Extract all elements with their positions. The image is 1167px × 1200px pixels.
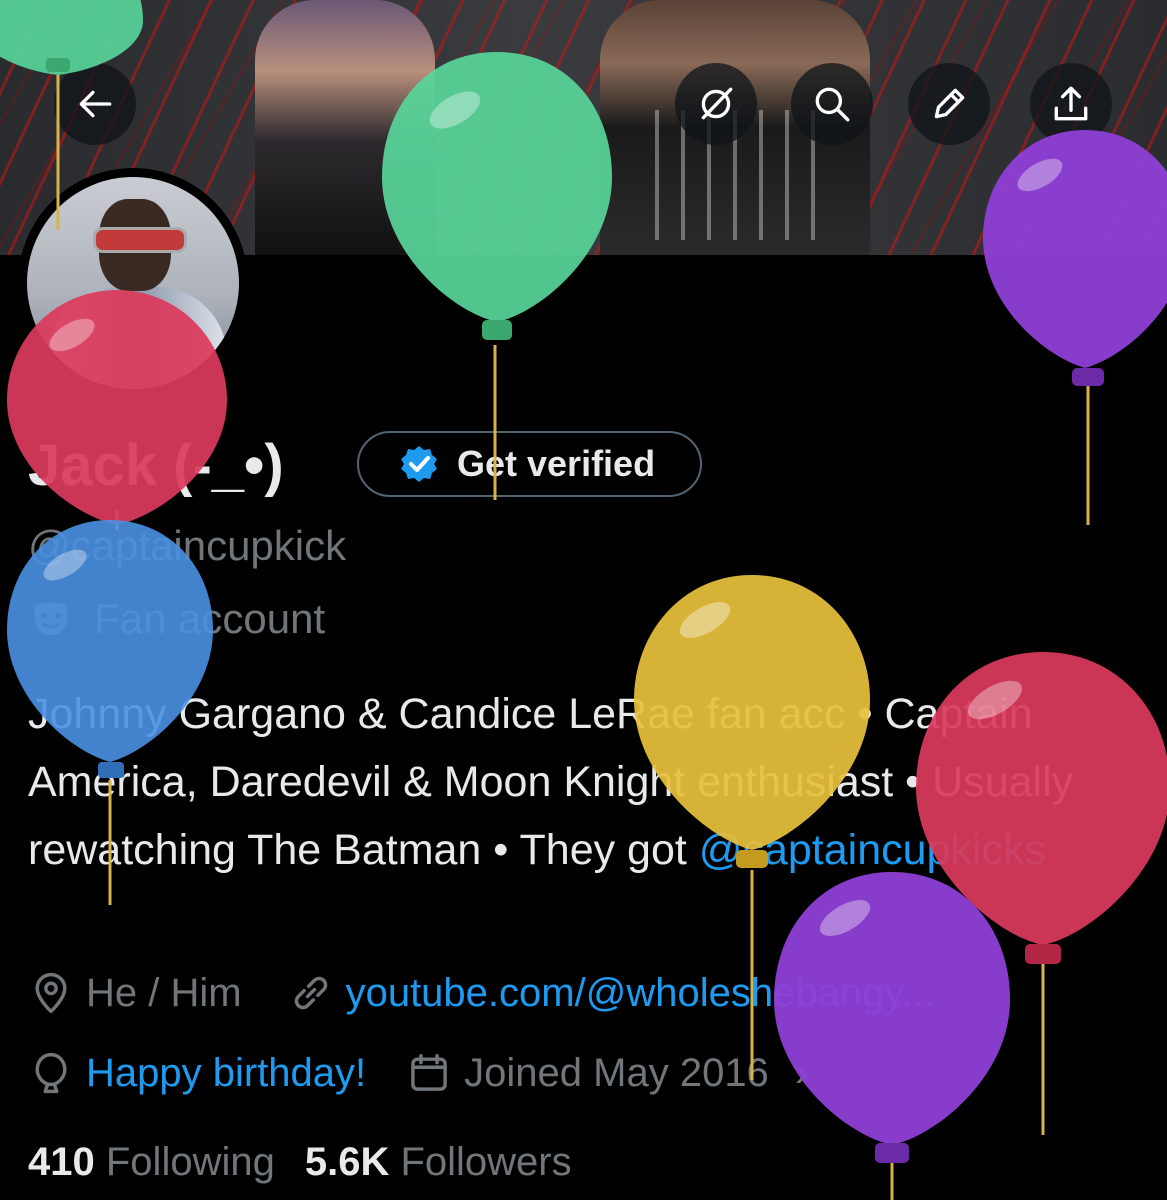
followers-label: Followers	[400, 1140, 572, 1184]
birthday-item: Happy birthday!	[28, 1050, 366, 1096]
theater-masks-icon	[34, 602, 68, 636]
banner-figure-left	[255, 0, 435, 255]
joined-item: Joined May 2016 ›	[406, 1050, 808, 1096]
edit-pencil-icon	[934, 88, 965, 119]
back-arrow-icon	[79, 90, 112, 118]
share-upload-icon	[1054, 86, 1088, 121]
profile-meta-row-1: He / Him youtube.com/@wholeshebangy...	[28, 970, 935, 1016]
professional-category: Fan account	[28, 595, 325, 643]
following-label: Following	[105, 1140, 275, 1184]
search-icon	[815, 87, 850, 122]
following-count: 410	[28, 1140, 95, 1184]
grok-button[interactable]	[675, 63, 757, 145]
website-link[interactable]: youtube.com/@wholeshebangy...	[346, 971, 935, 1016]
following-stat[interactable]: 410 Following	[28, 1140, 275, 1185]
balloon-purple-bottom	[774, 872, 1010, 1163]
grok-icon	[701, 87, 733, 120]
avatar-image	[27, 177, 239, 389]
location-item: He / Him	[28, 970, 242, 1016]
search-button[interactable]	[791, 63, 873, 145]
calendar-icon	[411, 1054, 447, 1091]
balloon-icon	[35, 1052, 67, 1094]
follow-stats: 410 Following 5.6K Followers	[28, 1140, 572, 1185]
followers-count: 5.6K	[304, 1140, 390, 1184]
username-handle: @captaincupkick	[28, 522, 347, 569]
bio: Johnny Gargano & Candice LeRae fan acc •…	[28, 680, 1138, 884]
link-icon	[294, 976, 327, 1010]
display-name: Jack (-_•)	[28, 433, 284, 498]
share-button[interactable]	[1030, 63, 1112, 145]
profile-meta-row-2: Happy birthday! Joined May 2016 ›	[28, 1050, 808, 1096]
get-verified-label: Get verified	[457, 443, 656, 484]
birthday-link[interactable]: Happy birthday!	[86, 1051, 366, 1096]
chevron-right-icon: ›	[794, 1050, 809, 1095]
website-item[interactable]: youtube.com/@wholeshebangy...	[288, 970, 935, 1016]
verified-badge-icon	[401, 446, 437, 482]
edit-button[interactable]	[908, 63, 990, 145]
followers-stat[interactable]: 5.6K Followers	[305, 1140, 572, 1185]
category-label: Fan account	[94, 595, 326, 642]
get-verified-button[interactable]: Get verified	[357, 431, 702, 497]
bio-mention-link[interactable]: @captaincupkicks	[699, 826, 1046, 874]
joined-text: Joined May 2016	[464, 1050, 769, 1095]
location-pin-icon	[35, 972, 67, 1014]
avatar[interactable]	[18, 168, 248, 398]
pronouns-text: He / Him	[86, 970, 242, 1015]
back-button[interactable]	[54, 63, 136, 145]
